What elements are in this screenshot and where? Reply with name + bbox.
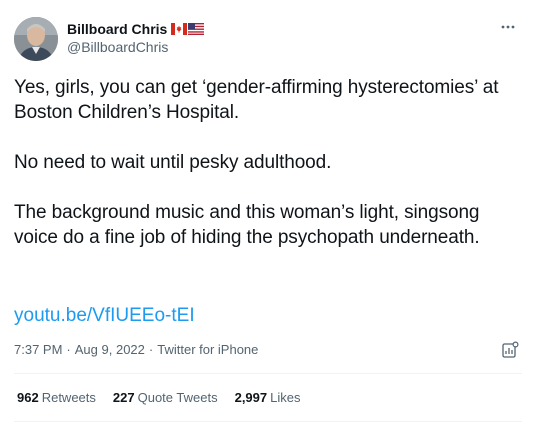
handle[interactable]: @BillboardChris <box>67 39 204 55</box>
tweet-stats: 962 Retweets 227 Quote Tweets 2,997 Likes <box>17 390 318 405</box>
usa-flag-icon <box>188 23 205 35</box>
avatar[interactable] <box>14 17 58 61</box>
more-options-icon[interactable] <box>498 17 518 37</box>
likes-count: 2,997 <box>234 390 268 405</box>
divider <box>14 421 522 422</box>
retweets-label: Retweets <box>41 390 96 405</box>
tweet-link[interactable]: youtu.be/VfIUEEo-tEI <box>14 303 195 328</box>
meta-separator: · <box>66 342 71 357</box>
analytics-icon[interactable] <box>500 340 520 360</box>
tweet-text: Yes, girls, you can get ‘gender-affirmin… <box>14 75 524 250</box>
tweet-source[interactable]: Twitter for iPhone <box>157 342 258 357</box>
likes-label: Likes <box>270 390 301 405</box>
quote-tweets-stat[interactable]: 227 Quote Tweets <box>113 390 218 405</box>
divider <box>14 373 522 374</box>
tweet-paragraph: The background music and this woman’s li… <box>14 202 480 248</box>
display-name[interactable]: Billboard Chris <box>67 21 167 37</box>
tweet-paragraph: No need to wait until pesky adulthood. <box>14 152 332 173</box>
canada-flag-icon <box>171 23 188 35</box>
display-name-row: Billboard Chris <box>67 20 205 38</box>
tweet-header: Billboard Chris @BillboardChris <box>14 15 522 63</box>
likes-stat[interactable]: 2,997 Likes <box>235 390 301 405</box>
retweets-count: 962 <box>17 390 39 405</box>
meta-separator: · <box>148 342 154 357</box>
author-names: Billboard Chris @BillboardChris <box>67 20 205 55</box>
quote-tweets-count: 227 <box>112 390 135 405</box>
tweet-time[interactable]: 7:37 PM <box>14 342 62 357</box>
retweets-stat[interactable]: 962 Retweets <box>17 390 96 405</box>
tweet-meta: 7:37 PM · Aug 9, 2022 · Twitter for iPho… <box>14 342 258 357</box>
tweet-paragraph: Yes, girls, you can get ‘gender-affirmin… <box>14 77 499 123</box>
tweet-date[interactable]: Aug 9, 2022 <box>75 342 145 357</box>
quote-tweets-label: Quote Tweets <box>137 390 218 405</box>
